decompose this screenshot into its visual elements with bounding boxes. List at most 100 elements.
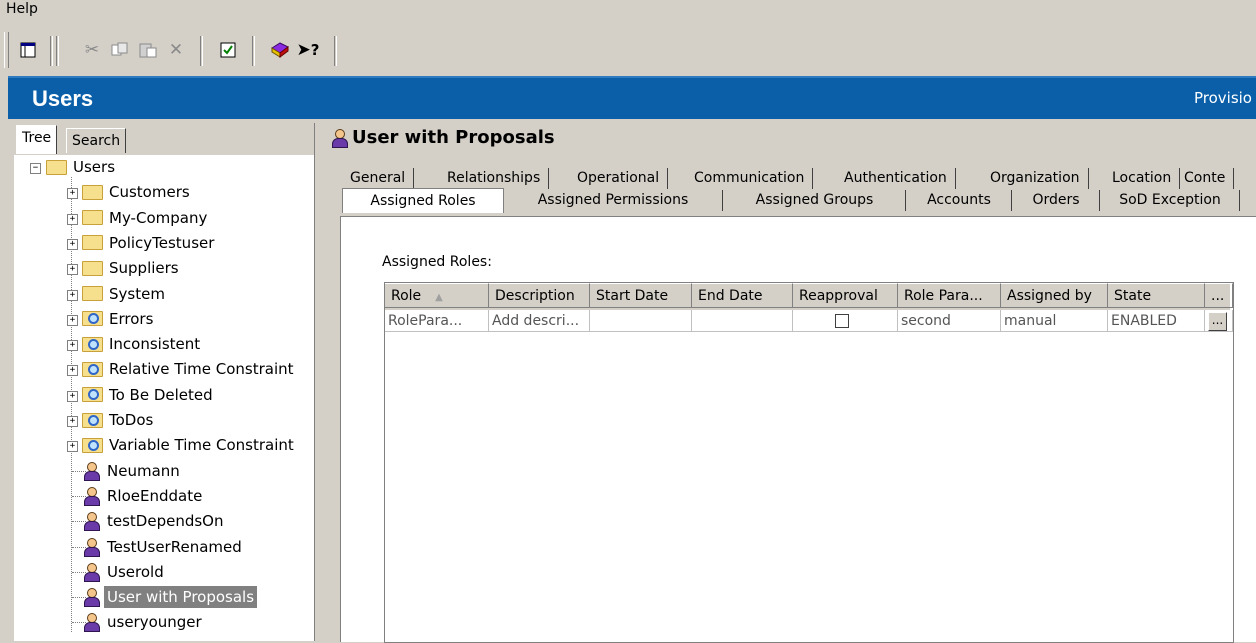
grid-cell-role-param[interactable]: second [898, 310, 1001, 332]
tab-communication[interactable]: Communication [686, 168, 814, 189]
tree-node-user[interactable]: Userold [82, 561, 167, 583]
column-header-start-date[interactable]: Start Date [590, 283, 692, 308]
toolbar-separator [252, 36, 255, 66]
tab-general[interactable]: General [342, 168, 415, 189]
column-header-description[interactable]: Description [489, 283, 590, 308]
copy-icon[interactable] [108, 38, 132, 62]
tree-node-label: Neumann [107, 461, 180, 480]
tab-orders[interactable]: Orders [1013, 190, 1100, 211]
tab-organization[interactable]: Organization [982, 168, 1089, 189]
grid-cell-role[interactable]: RolePara... [385, 310, 489, 332]
tree-root-users[interactable]: Users [46, 156, 118, 178]
column-header-label: ... [1211, 288, 1225, 304]
expand-icon[interactable]: + [67, 238, 78, 250]
tree-node-label: Users [73, 158, 116, 176]
tab-relationships[interactable]: Relationships [439, 168, 550, 189]
assigned-roles-label: Assigned Roles: [382, 254, 492, 270]
column-header-assigned-by[interactable]: Assigned by [1001, 283, 1108, 308]
column-header-role-para[interactable]: Role Para... [898, 283, 1001, 308]
column-header-role[interactable]: Role ▲ [385, 283, 489, 308]
tab-accounts[interactable]: Accounts [907, 190, 1012, 211]
expand-icon[interactable]: + [67, 213, 78, 225]
grid-cell-assigned-by[interactable]: manual [1001, 310, 1108, 332]
expand-icon[interactable]: + [67, 390, 78, 402]
column-header-[interactable]: ... [1205, 283, 1233, 308]
tree-node-label: To Be Deleted [109, 385, 213, 404]
query-folder-icon [82, 311, 103, 327]
reapproval-checkbox[interactable] [835, 314, 849, 328]
expand-icon[interactable]: + [67, 365, 78, 377]
column-header-reapproval[interactable]: Reapproval [793, 283, 898, 308]
tree-node-user[interactable]: useryounger [82, 611, 205, 633]
tab-conte[interactable]: Conte [1176, 168, 1235, 189]
section-header: Users Provisio [8, 76, 1256, 119]
tree-node-label: Userold [107, 562, 164, 581]
user-icon [330, 128, 349, 148]
column-header-label: Role [391, 288, 422, 304]
tab-tree[interactable]: Tree [16, 125, 58, 154]
user-icon [82, 613, 101, 633]
grid-cell-end-date[interactable] [692, 310, 793, 332]
expand-icon[interactable]: + [67, 188, 78, 200]
tab-authentication[interactable]: Authentication [836, 168, 956, 189]
expand-icon[interactable]: + [67, 340, 78, 352]
tree-node-label: Errors [109, 309, 154, 328]
column-header-state[interactable]: State [1108, 283, 1205, 308]
tree-view-icon[interactable] [16, 38, 40, 62]
delete-icon[interactable]: ✕ [164, 38, 188, 62]
tree-node-folder[interactable]: System [82, 283, 168, 305]
query-folder-icon [82, 336, 103, 352]
tree-node-user[interactable]: TestUserRenamed [82, 536, 245, 558]
paste-icon[interactable] [136, 38, 160, 62]
tree-node-folder[interactable]: Customers [82, 181, 193, 203]
grid-cell-start-date[interactable] [590, 310, 692, 332]
tree-node-folder[interactable]: Suppliers [82, 257, 182, 279]
expand-icon[interactable]: + [67, 416, 78, 427]
menu-help[interactable]: Help [6, 1, 38, 17]
tab-assigned-roles[interactable]: Assigned Roles [342, 188, 504, 213]
tab-assigned-groups[interactable]: Assigned Groups [724, 190, 906, 211]
tab-location[interactable]: Location [1104, 168, 1181, 189]
book-icon[interactable] [268, 38, 292, 62]
whats-this-icon[interactable]: ➤? [296, 38, 320, 62]
expand-icon[interactable]: + [67, 264, 78, 276]
query-folder-icon [82, 361, 103, 377]
expand-icon[interactable]: + [67, 441, 78, 453]
grid-cell-description[interactable]: Add descri... [489, 310, 590, 332]
tree-node-query[interactable]: Inconsistent [82, 333, 203, 355]
tree-node-user[interactable]: User with Proposals [82, 586, 258, 609]
page-title: Users [32, 86, 94, 111]
tab-operational[interactable]: Operational [569, 168, 669, 189]
tree-pane: Tree Search − Users + Customers + My-Compan… [14, 123, 315, 641]
properties-icon[interactable] [216, 38, 240, 62]
column-header-end-date[interactable]: End Date [692, 283, 793, 308]
tree-node-query[interactable]: To Be Deleted [82, 384, 216, 406]
tree-node-user[interactable]: Neumann [82, 460, 183, 482]
grid-cell-more[interactable]: ... [1205, 310, 1233, 332]
grid-cell-reapproval[interactable] [793, 310, 898, 332]
edit-row-button[interactable]: ... [1208, 312, 1227, 331]
toolbar-grip [4, 32, 9, 68]
toolbar: ✂ ✕ ➤? [0, 30, 1256, 70]
collapse-icon[interactable]: − [30, 163, 41, 174]
expand-icon[interactable]: + [67, 314, 78, 326]
tree-node-label: Inconsistent [109, 335, 201, 354]
tab-sod-exception[interactable]: SoD Exception [1101, 190, 1240, 211]
tree-node-folder[interactable]: My-Company [82, 207, 210, 229]
tab-assigned-permissions[interactable]: Assigned Permissions [504, 190, 723, 211]
tree-node-query[interactable]: ToDos [82, 409, 156, 431]
tree-node-user[interactable]: RloeEnddate [82, 485, 205, 507]
tab-search[interactable]: Search [66, 128, 127, 153]
sort-ascending-icon: ▲ [435, 292, 443, 303]
column-header-label: End Date [698, 288, 763, 304]
tree-node-query[interactable]: Errors [82, 308, 156, 330]
tree-node-user[interactable]: testDependsOn [82, 510, 227, 532]
detail-title-text: User with Proposals [352, 127, 555, 148]
tree-node-query[interactable]: Relative Time Constraint [82, 358, 297, 380]
tree-node-folder[interactable]: PolicyTestuser [82, 232, 217, 254]
grid-cell-state[interactable]: ENABLED [1108, 310, 1205, 332]
cut-icon[interactable]: ✂ [80, 38, 104, 62]
tree-node-query[interactable]: Variable Time Constraint [82, 434, 297, 456]
expand-icon[interactable]: + [67, 289, 78, 301]
query-folder-icon [82, 437, 103, 453]
